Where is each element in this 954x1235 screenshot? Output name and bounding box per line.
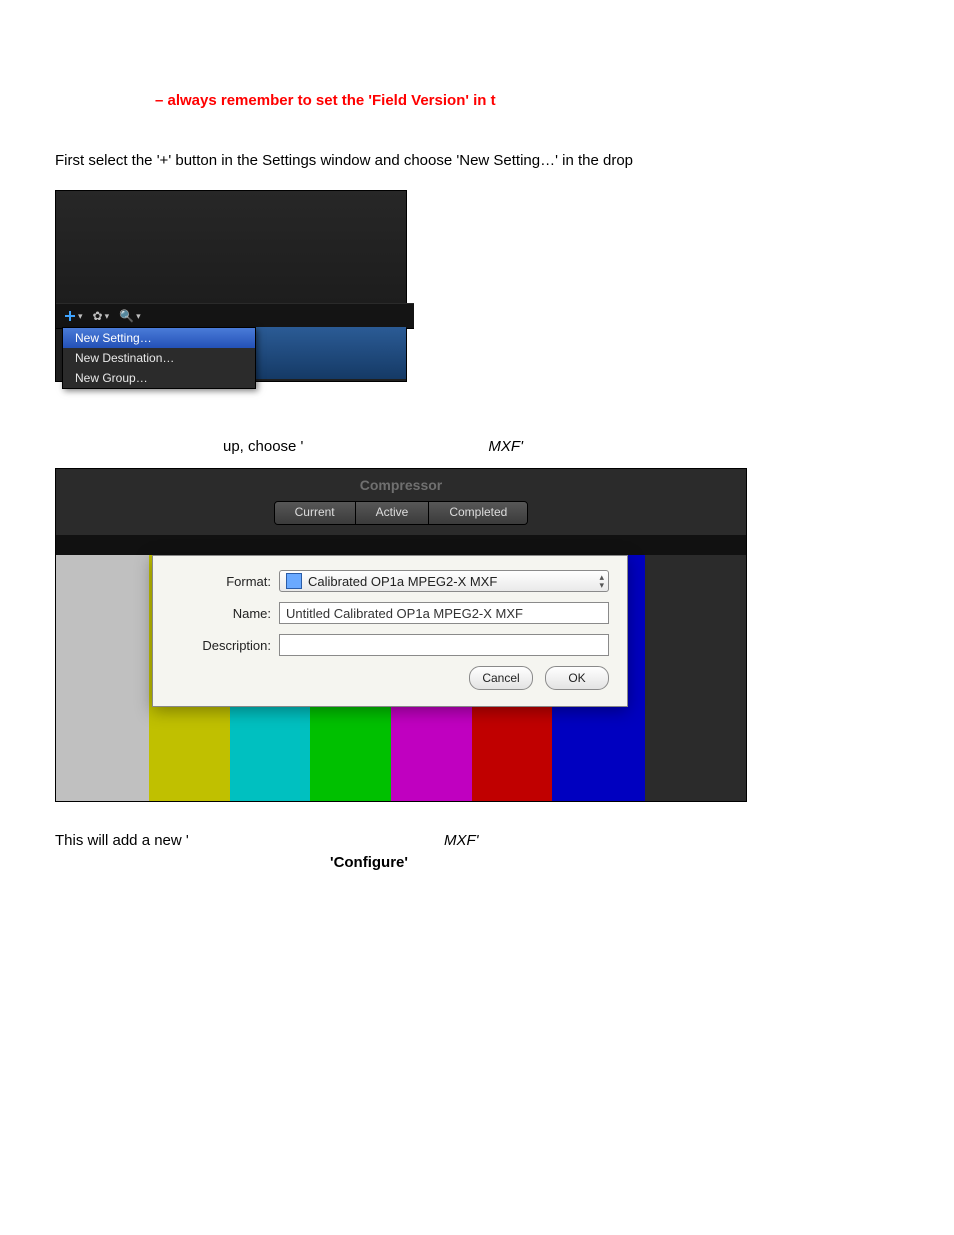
text-fragment-mxf: MXF' — [488, 438, 523, 455]
plus-dropdown-menu: New Setting… New Destination… New Group… — [62, 327, 256, 389]
tab-current[interactable]: Current — [275, 502, 356, 524]
settings-toolbar: ▾ ✿▾ 🔍▾ — [56, 303, 414, 329]
chevron-down-icon: ▾ — [105, 311, 110, 322]
new-setting-dialog: Format: Calibrated OP1a MPEG2-X MXF ▴▾ N… — [152, 555, 628, 707]
tab-active[interactable]: Active — [356, 502, 430, 524]
compressor-window-screenshot: Compressor Current Active Completed Form… — [55, 468, 747, 802]
tab-bar: Current Active Completed — [56, 501, 746, 525]
menu-item-new-destination[interactable]: New Destination… — [63, 348, 255, 368]
stepper-arrows-icon: ▴▾ — [599, 573, 604, 589]
format-select-value: Calibrated OP1a MPEG2-X MXF — [308, 574, 497, 589]
settings-window-screenshot: ▾ ✿▾ 🔍▾ New Setting… New Destination… Ne… — [55, 190, 407, 382]
menu-item-new-group[interactable]: New Group… — [63, 368, 255, 388]
menu-item-new-setting[interactable]: New Setting… — [63, 328, 255, 348]
gear-icon[interactable]: ✿▾ — [93, 309, 110, 323]
description-field[interactable] — [279, 634, 609, 656]
format-label: Format: — [171, 574, 279, 589]
cancel-button[interactable]: Cancel — [469, 666, 533, 690]
name-field[interactable]: Untitled Calibrated OP1a MPEG2-X MXF — [279, 602, 609, 624]
chevron-down-icon: ▾ — [136, 311, 141, 322]
text-fragment: up, choose ' — [223, 438, 303, 455]
instruction-step-1: First select the '+' button in the Setti… — [55, 152, 633, 169]
color-bar — [56, 555, 149, 801]
format-icon — [286, 573, 302, 589]
name-label: Name: — [171, 606, 279, 621]
window-title: Compressor — [56, 477, 746, 493]
configure-bold: 'Configure' — [330, 854, 408, 871]
ok-button[interactable]: OK — [545, 666, 609, 690]
search-icon[interactable]: 🔍▾ — [119, 309, 140, 323]
description-label: Description: — [171, 638, 279, 653]
color-bar — [645, 555, 746, 801]
chevron-down-icon: ▾ — [78, 311, 83, 322]
tab-completed[interactable]: Completed — [429, 502, 527, 524]
settings-window-body — [56, 191, 406, 303]
text-fragment-mxf-2: MXF' — [444, 832, 479, 849]
warning-note: – always remember to set the 'Field Vers… — [155, 92, 496, 109]
format-select[interactable]: Calibrated OP1a MPEG2-X MXF ▴▾ — [279, 570, 609, 592]
instruction-step-3: This will add a new ' — [55, 832, 189, 849]
plus-icon[interactable]: ▾ — [64, 310, 83, 322]
dock-strip — [256, 327, 406, 379]
name-field-value: Untitled Calibrated OP1a MPEG2-X MXF — [286, 606, 523, 621]
divider — [56, 535, 746, 555]
instruction-step-2: up, choose ' MXF' — [55, 438, 745, 455]
